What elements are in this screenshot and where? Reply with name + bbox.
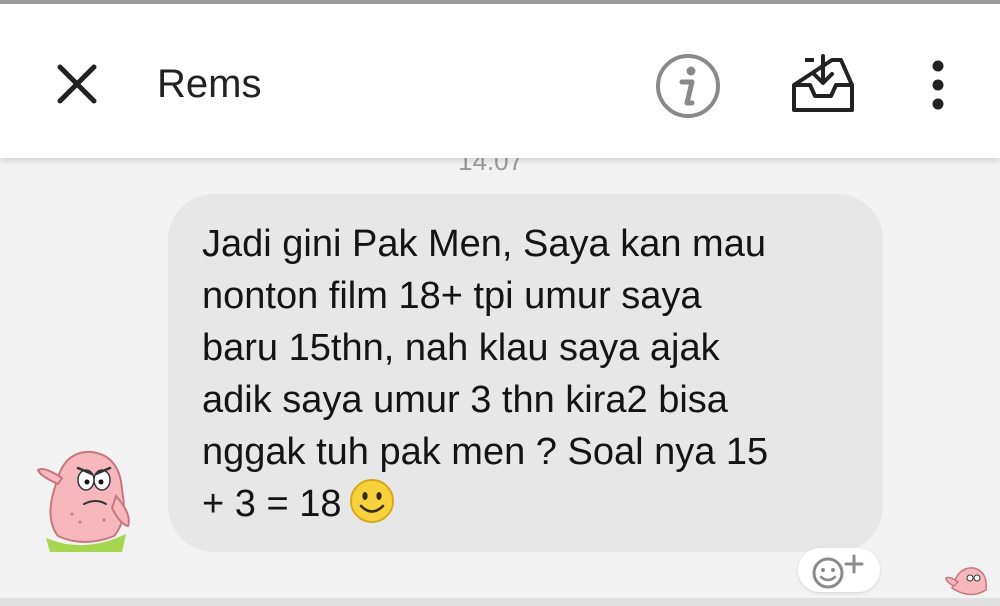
app-bar: Rems [0, 4, 1000, 158]
download-tray-icon [792, 54, 854, 112]
info-icon [656, 54, 720, 118]
smiley-emoji-icon [349, 478, 395, 529]
more-vert-icon [932, 60, 944, 110]
add-reaction-icon [812, 554, 864, 589]
save-to-device-button[interactable] [788, 50, 858, 120]
more-options-button[interactable] [918, 58, 958, 114]
close-icon [57, 64, 97, 104]
info-button[interactable] [654, 52, 722, 120]
close-button[interactable] [55, 62, 99, 106]
read-receipt-avatar [944, 558, 992, 598]
sender-avatar[interactable] [34, 444, 138, 552]
chat-title: Rems [157, 62, 262, 106]
bottom-divider [0, 598, 1000, 606]
add-reaction-button[interactable] [798, 548, 880, 592]
message-bubble[interactable]: Jadi gini Pak Men, Saya kan mau nonton f… [168, 194, 883, 552]
message-text: Jadi gini Pak Men, Saya kan mau nonton f… [202, 223, 769, 525]
